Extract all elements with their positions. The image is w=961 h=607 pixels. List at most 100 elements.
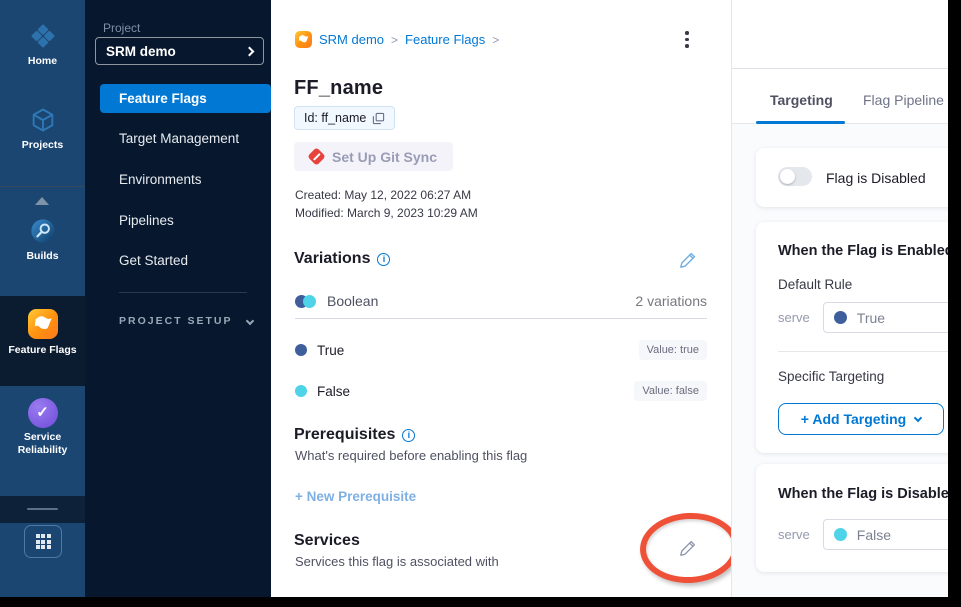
specific-targeting-label: Specific Targeting — [778, 369, 884, 384]
sidebar-item-get-started[interactable]: Get Started — [100, 246, 271, 275]
rail-item-service-reliability[interactable]: ✓ Service Reliability — [0, 398, 85, 457]
chevron-down-icon — [914, 413, 922, 421]
flag-enabled-toggle[interactable] — [778, 167, 812, 186]
flag-id-chip[interactable]: Id: ff_name — [294, 106, 395, 130]
rail-item-builds[interactable]: Builds — [0, 217, 85, 263]
rail-label: Feature Flags — [0, 344, 85, 357]
default-rule-serve-row: serve True — [778, 302, 948, 333]
targeting-panel: Targeting Flag Pipeline Flag is Disabled… — [731, 0, 948, 597]
feature-flags-icon — [295, 31, 312, 48]
sidebar-item-label: Get Started — [119, 253, 188, 268]
serve-label: serve — [778, 527, 810, 542]
boolean-type-icon — [295, 295, 317, 308]
serve-value: False — [857, 527, 891, 543]
rail-item-projects[interactable]: Projects — [0, 106, 85, 152]
flag-detail-panel: SRM demo > Feature Flags > FF_name Id: f… — [271, 0, 731, 597]
breadcrumb-separator: > — [391, 33, 398, 47]
module-rail: Home Projects Builds Feature Flags — [0, 0, 85, 597]
variation-value-badge: Value: false — [634, 381, 707, 401]
copy-icon[interactable] — [372, 112, 385, 125]
tab-targeting[interactable]: Targeting — [770, 92, 833, 108]
sidebar-divider — [119, 292, 247, 293]
divider — [295, 318, 707, 319]
serve-value: True — [857, 310, 885, 326]
git-sync-icon — [307, 147, 325, 165]
modified-date: Modified: March 9, 2023 10:29 AM — [295, 206, 478, 220]
sidebar-item-pipelines[interactable]: Pipelines — [100, 206, 271, 235]
tab-flag-pipeline[interactable]: Flag Pipeline — [863, 92, 944, 108]
breadcrumb-section-link[interactable]: Feature Flags — [405, 32, 485, 47]
sidebar-item-feature-flags[interactable]: Feature Flags — [100, 84, 271, 113]
variation-count: 2 variations — [635, 293, 707, 309]
projects-icon — [29, 106, 57, 134]
serve-variation-select[interactable]: True — [823, 302, 948, 333]
feature-flags-icon — [28, 309, 58, 339]
sidebar-item-target-management[interactable]: Target Management — [100, 124, 271, 153]
collapse-caret-icon[interactable] — [35, 197, 49, 205]
builds-icon — [29, 217, 57, 245]
disabled-serve-row: serve False — [778, 519, 948, 550]
rail-section-builds: Builds — [0, 187, 85, 296]
chevron-down-icon — [245, 317, 253, 325]
prerequisites-heading-row: Prerequisites i — [294, 426, 415, 444]
info-icon[interactable]: i — [377, 253, 390, 266]
sidebar-item-environments[interactable]: Environments — [100, 165, 271, 194]
more-options-button[interactable] — [682, 31, 692, 48]
edit-variations-icon[interactable] — [679, 251, 697, 269]
git-sync-label: Set Up Git Sync — [332, 149, 437, 165]
project-selector[interactable]: SRM demo — [95, 37, 264, 65]
project-setup-section[interactable]: PROJECT SETUP — [119, 315, 259, 327]
rail-label: Service Reliability — [0, 431, 85, 457]
rail-label: Projects — [0, 139, 85, 152]
rail-item-feature-flags[interactable]: Feature Flags — [0, 309, 85, 357]
chevron-right-icon — [245, 46, 255, 56]
variation-type-label: Boolean — [327, 293, 378, 309]
serve-label: serve — [778, 310, 810, 325]
disabled-section-heading: When the Flag is Disabled — [778, 486, 948, 502]
sidebar-item-label: Environments — [119, 172, 202, 187]
add-targeting-button[interactable]: + Add Targeting — [778, 403, 944, 435]
new-prerequisite-link[interactable]: + New Prerequisite — [295, 489, 416, 504]
service-reliability-icon: ✓ — [28, 398, 58, 428]
variation-row-true: True Value: true — [295, 340, 707, 360]
created-date: Created: May 12, 2022 06:27 AM — [295, 188, 471, 202]
breadcrumb: SRM demo > Feature Flags > — [295, 31, 499, 48]
screen-edge-right — [948, 0, 961, 607]
enabled-rules-card: When the Flag is Enabled i Default Rule … — [756, 222, 948, 453]
services-heading: Services — [294, 532, 360, 550]
variation-type-row: Boolean 2 variations — [295, 292, 707, 310]
variations-heading-row: Variations i — [294, 250, 390, 268]
services-description: Services this flag is associated with — [295, 554, 499, 569]
variation-row-false: False Value: false — [295, 381, 707, 401]
set-up-git-sync-button[interactable]: Set Up Git Sync — [294, 142, 453, 171]
flag-title: FF_name — [294, 77, 383, 100]
false-dot-icon — [295, 385, 307, 397]
rail-item-home[interactable]: Home — [0, 22, 85, 68]
module-picker-button[interactable] — [24, 525, 62, 558]
rail-section-top: Home Projects — [0, 0, 85, 186]
rail-section-srm: ✓ Service Reliability — [0, 386, 85, 496]
sidebar-item-label: Pipelines — [119, 213, 174, 228]
project-selector-value: SRM demo — [106, 44, 246, 59]
project-sidebar: Project SRM demo Feature Flags Target Ma… — [85, 0, 271, 597]
info-icon[interactable]: i — [402, 429, 415, 442]
services-heading-row: Services — [294, 532, 360, 550]
variation-name: False — [317, 384, 350, 399]
sidebar-item-label: Target Management — [119, 131, 239, 146]
true-dot-icon — [295, 344, 307, 356]
disabled-rules-card: When the Flag is Disabled serve False — [756, 464, 948, 572]
prerequisites-heading: Prerequisites — [294, 426, 395, 444]
screen-edge-bottom — [0, 597, 961, 607]
variation-value-badge: Value: true — [639, 340, 707, 360]
active-tab-underline — [756, 121, 845, 124]
breadcrumb-project-link[interactable]: SRM demo — [319, 32, 384, 47]
true-dot-icon — [834, 311, 847, 324]
rail-section-feature-flags-active: Feature Flags — [0, 296, 85, 386]
flag-toggle-label: Flag is Disabled — [826, 170, 926, 186]
serve-variation-select[interactable]: False — [823, 519, 948, 550]
rail-label: Builds — [0, 250, 85, 263]
enabled-section-heading: When the Flag is Enabled — [778, 243, 948, 259]
rail-gap — [0, 496, 85, 523]
sidebar-item-label: Feature Flags — [119, 91, 207, 106]
app-window: Home Projects Builds Feature Flags — [0, 0, 961, 607]
